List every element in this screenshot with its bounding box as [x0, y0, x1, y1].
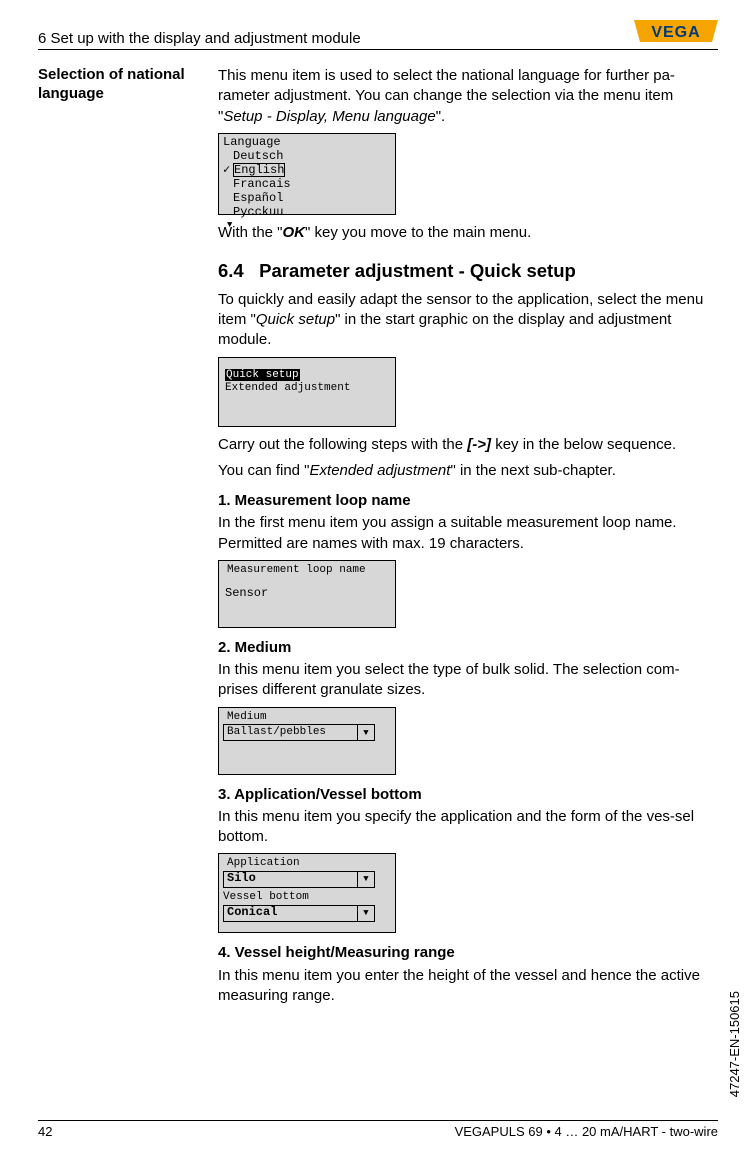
lcd-medium-title: Medium [223, 710, 391, 724]
lcd-app-dropdown1: Silo ▼ [223, 871, 375, 888]
s64-paragraph-2: Carry out the following steps with the [… [218, 435, 718, 455]
step4-title: 4. Vessel height/Measuring range [218, 943, 718, 963]
lcd-lang-item: Deutsch [233, 149, 283, 163]
document-id-vertical: 47247-EN-150615 [727, 991, 742, 1097]
lcd-lang-item: Español [233, 191, 283, 205]
chevron-down-icon: ▼ [357, 872, 374, 887]
section-heading-6-4: 6.4 Parameter adjustment - Quick setup [218, 259, 718, 284]
chapter-title: 6 Set up with the display and adjustment… [38, 30, 361, 47]
vega-logo: VEGA [634, 20, 718, 47]
svg-text:VEGA: VEGA [651, 24, 700, 41]
page-footer: 42 VEGAPULS 69 • 4 … 20 mA/HART - two-wi… [38, 1120, 718, 1139]
lcd-medium-value: Ballast/pebbles [224, 725, 357, 740]
lcd-medium-screenshot: Medium Ballast/pebbles ▼ [218, 707, 396, 775]
step1-paragraph: In the first menu item you assign a suit… [218, 513, 718, 554]
lcd-app-value2: Conical [224, 906, 357, 921]
lcd-quick-selected: Quick setup [225, 369, 300, 382]
step2-title: 2. Medium [218, 638, 718, 658]
lcd-app-title1: Application [223, 856, 391, 870]
chevron-down-icon: ▼ [357, 725, 374, 740]
lcd-quick-line2: Extended adjustment [225, 382, 389, 395]
lcd-measloop-value: Sensor [223, 577, 391, 601]
step3-paragraph: In this menu item you specify the applic… [218, 807, 718, 848]
chevron-down-icon: ▼ [357, 906, 374, 921]
intro-paragraph-1: This menu item is used to select the nat… [218, 66, 718, 127]
page-number: 42 [38, 1124, 52, 1139]
lcd-measloop-title: Measurement loop name [223, 563, 391, 577]
lcd-app-dropdown2: Conical ▼ [223, 905, 375, 922]
lcd-medium-dropdown: Ballast/pebbles ▼ [223, 724, 375, 741]
step3-title: 3. Application/Vessel bottom [218, 785, 718, 805]
page-header: 6 Set up with the display and adjustment… [38, 20, 718, 50]
step2-paragraph: In this menu item you select the type of… [218, 660, 718, 701]
margin-note-label: Selection of national language [38, 66, 208, 104]
chevron-down-icon: ▼ [223, 220, 391, 230]
product-line: VEGAPULS 69 • 4 … 20 mA/HART - two-wire [455, 1124, 718, 1139]
lcd-app-value1: Silo [224, 872, 357, 887]
lcd-quicksetup-screenshot: Quick setup Extended adjustment [218, 357, 396, 427]
lcd-language-screenshot: Language Deutsch ✓English Francais Españ… [218, 133, 396, 215]
s64-paragraph-1: To quickly and easily adapt the sensor t… [218, 290, 718, 351]
lcd-lang-item: Francais [233, 177, 291, 191]
step1-title: 1. Measurement loop name [218, 491, 718, 511]
lcd-measloop-screenshot: Measurement loop name Sensor [218, 560, 396, 628]
s64-paragraph-3: You can find "Extended adjustment" in th… [218, 461, 718, 481]
lcd-app-title2: Vessel bottom [223, 891, 391, 904]
lcd-language-title: Language [223, 136, 391, 150]
lcd-lang-item: Pycckuu [233, 205, 283, 219]
lcd-application-screenshot: Application Silo ▼ Vessel bottom Conical… [218, 853, 396, 933]
step4-paragraph: In this menu item you enter the height o… [218, 966, 718, 1007]
lcd-lang-item-selected: English [233, 163, 285, 177]
